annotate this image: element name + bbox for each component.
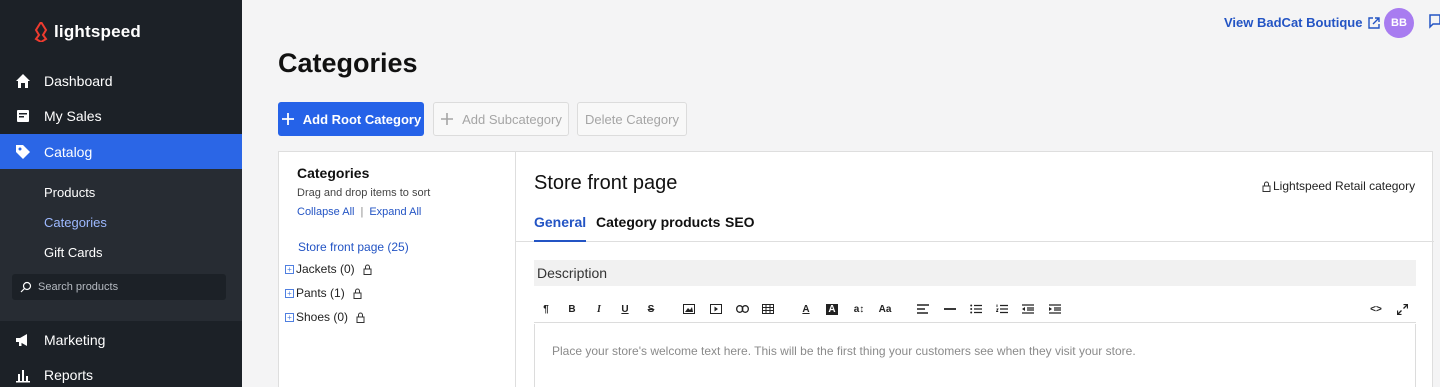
numbered-list-icon[interactable] bbox=[994, 301, 1010, 317]
tab-general[interactable]: General bbox=[534, 214, 587, 242]
plus-icon bbox=[441, 113, 454, 125]
tree-hint: Drag and drop items to sort bbox=[297, 187, 431, 199]
megaphone-icon bbox=[14, 331, 32, 349]
underline-icon[interactable]: U bbox=[617, 301, 633, 317]
strikethrough-icon[interactable]: S bbox=[643, 301, 659, 317]
tree-item-pants[interactable]: + Pants (1) bbox=[285, 286, 362, 300]
font-color-icon[interactable]: A bbox=[798, 301, 814, 317]
lightspeed-logo[interactable]: lightspeed bbox=[34, 22, 141, 42]
lock-icon bbox=[363, 264, 372, 275]
detail-tabs: General Category products SEO bbox=[516, 214, 1434, 242]
add-subcategory-button[interactable]: Add Subcategory bbox=[433, 102, 569, 136]
plus-icon bbox=[281, 113, 294, 125]
retail-category-label: Lightspeed Retail category bbox=[1273, 179, 1416, 193]
tree-root-item[interactable]: Store front page (25) bbox=[298, 240, 409, 254]
font-family-icon[interactable]: Aa bbox=[877, 301, 893, 317]
flame-logo-icon bbox=[34, 22, 48, 42]
lock-icon bbox=[1262, 181, 1271, 192]
receipt-icon bbox=[14, 107, 32, 125]
chart-icon bbox=[14, 366, 32, 384]
sidebar-item-label: My Sales bbox=[44, 107, 102, 124]
detail-title: Store front page bbox=[534, 172, 678, 194]
tree-title: Categories bbox=[297, 165, 370, 181]
expand-icon[interactable]: + bbox=[285, 264, 294, 274]
page-title: Categories bbox=[278, 48, 418, 78]
avatar[interactable]: BB bbox=[1384, 8, 1414, 38]
tree-item-label: Shoes (0) bbox=[296, 310, 349, 324]
delete-category-label: Delete Category bbox=[585, 111, 679, 127]
tab-category-products[interactable]: Category products bbox=[596, 214, 720, 242]
table-icon[interactable] bbox=[760, 301, 776, 317]
sidebar-item-label: Dashboard bbox=[44, 72, 113, 89]
expand-icon[interactable]: + bbox=[285, 312, 294, 322]
tree-links: Collapse All | Expand All bbox=[297, 206, 421, 218]
categories-panel: Categories Drag and drop items to sort C… bbox=[278, 151, 1434, 387]
link-separator: | bbox=[360, 206, 364, 218]
link-icon[interactable] bbox=[734, 301, 750, 317]
subnav-item-products[interactable]: Products bbox=[44, 185, 95, 200]
indent-icon[interactable] bbox=[1047, 301, 1063, 317]
video-icon[interactable] bbox=[708, 301, 724, 317]
expand-icon[interactable]: + bbox=[285, 288, 294, 298]
paragraph-icon[interactable]: ¶ bbox=[538, 301, 554, 317]
bold-icon[interactable]: B bbox=[564, 301, 580, 317]
bullet-list-icon[interactable] bbox=[968, 301, 984, 317]
description-label: Description bbox=[534, 260, 1416, 286]
editor-placeholder: Place your store's welcome text here. Th… bbox=[552, 344, 1136, 358]
description-editor[interactable]: Place your store's welcome text here. Th… bbox=[534, 324, 1416, 387]
delete-category-button[interactable]: Delete Category bbox=[577, 102, 687, 136]
subnav-item-gift-cards[interactable]: Gift Cards bbox=[44, 245, 103, 260]
sidebar-item-dashboard[interactable]: Dashboard bbox=[0, 63, 242, 98]
external-link-icon bbox=[1368, 16, 1381, 29]
fullscreen-icon[interactable] bbox=[1394, 301, 1410, 317]
add-subcategory-label: Add Subcategory bbox=[462, 111, 562, 127]
sidebar-item-catalog[interactable]: Catalog bbox=[0, 134, 242, 169]
sidebar-item-label: Catalog bbox=[44, 143, 93, 160]
outdent-icon[interactable] bbox=[1020, 301, 1036, 317]
subnav-item-categories[interactable]: Categories bbox=[44, 215, 107, 230]
sidebar-item-label: Reports bbox=[44, 366, 94, 383]
sidebar-item-label: Marketing bbox=[44, 331, 106, 348]
code-view-icon[interactable]: <> bbox=[1368, 301, 1384, 317]
sidebar-item-my-sales[interactable]: My Sales bbox=[0, 98, 242, 133]
category-tree: Categories Drag and drop items to sort C… bbox=[279, 152, 516, 387]
align-left-icon[interactable] bbox=[915, 301, 931, 317]
search-icon bbox=[20, 281, 32, 293]
tag-icon bbox=[14, 143, 32, 161]
tree-item-jackets[interactable]: + Jackets (0) bbox=[285, 262, 372, 276]
editor-toolbar: ¶ B I U S A A a↕ Aa <> bbox=[534, 295, 1416, 323]
view-store-link[interactable]: View BadCat Boutique bbox=[1224, 15, 1381, 30]
tree-item-label: Jackets (0) bbox=[296, 262, 355, 276]
tree-item-label: Pants (1) bbox=[296, 286, 345, 300]
search-input[interactable] bbox=[38, 281, 218, 293]
highlight-icon[interactable]: A bbox=[824, 301, 840, 317]
horizontal-rule-icon[interactable] bbox=[942, 301, 958, 317]
chat-icon[interactable] bbox=[1428, 14, 1440, 30]
view-store-label: View BadCat Boutique bbox=[1224, 15, 1363, 30]
collapse-all-link[interactable]: Collapse All bbox=[297, 206, 354, 218]
add-root-category-button[interactable]: Add Root Category bbox=[278, 102, 424, 136]
image-icon[interactable] bbox=[681, 301, 697, 317]
add-root-category-label: Add Root Category bbox=[302, 111, 422, 127]
sidebar-item-reports[interactable]: Reports bbox=[0, 357, 242, 387]
sidebar: lightspeed Dashboard My Sales Catalog Pr… bbox=[0, 0, 242, 387]
tab-seo[interactable]: SEO bbox=[725, 214, 755, 242]
lock-icon bbox=[353, 288, 362, 299]
sidebar-item-marketing[interactable]: Marketing bbox=[0, 322, 242, 357]
tree-item-shoes[interactable]: + Shoes (0) bbox=[285, 310, 365, 324]
search-products-box bbox=[12, 274, 226, 300]
brand-name: lightspeed bbox=[54, 22, 142, 41]
home-icon bbox=[14, 72, 32, 90]
lock-icon bbox=[356, 312, 365, 323]
expand-all-link[interactable]: Expand All bbox=[369, 206, 421, 218]
italic-icon[interactable]: I bbox=[591, 301, 607, 317]
font-size-icon[interactable]: a↕ bbox=[851, 301, 867, 317]
retail-category-badge: Lightspeed Retail category bbox=[1262, 179, 1415, 193]
